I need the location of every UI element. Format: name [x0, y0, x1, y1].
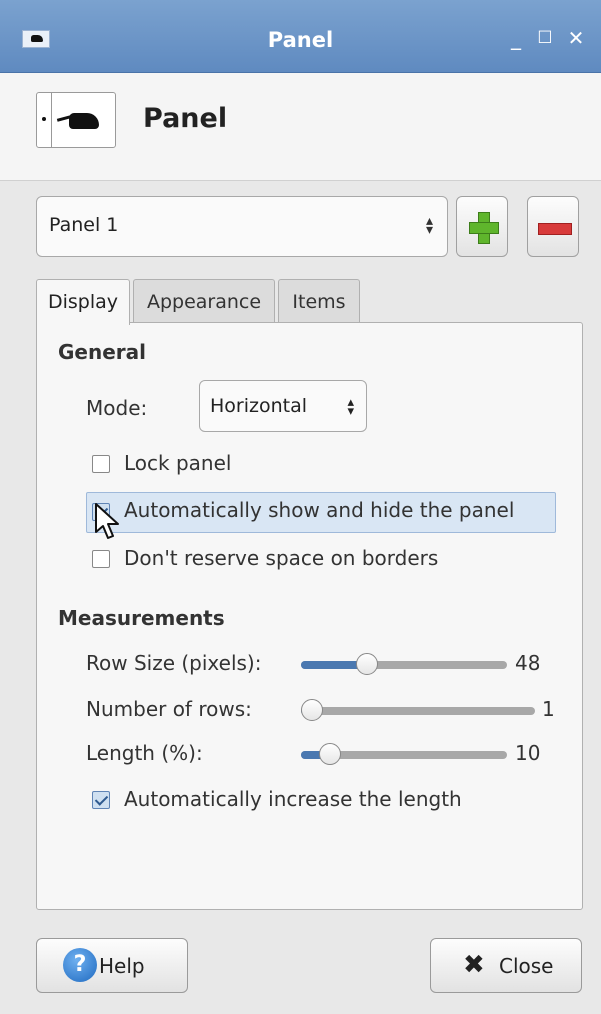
panel-select[interactable]: Panel 1 ▴ ▾ — [36, 196, 448, 257]
close-x-icon: ✖ — [463, 950, 485, 980]
dont-reserve-space-label: Don't reserve space on borders — [124, 546, 439, 570]
header-title: Panel — [143, 103, 228, 134]
minus-icon — [538, 223, 572, 235]
rows-slider[interactable] — [301, 699, 535, 721]
minimize-icon[interactable]: _ — [502, 24, 530, 52]
length-label: Length (%): — [86, 741, 203, 765]
row-size-value: 48 — [515, 651, 541, 675]
mode-select[interactable]: Horizontal ▴ ▾ — [199, 380, 367, 432]
row-size-label: Row Size (pixels): — [86, 651, 262, 675]
length-slider-handle[interactable] — [319, 743, 341, 765]
mode-select-value: Horizontal — [210, 395, 308, 417]
row-size-slider-handle[interactable] — [356, 653, 378, 675]
close-button[interactable]: ✖ Close — [430, 938, 582, 993]
lock-panel-label: Lock panel — [124, 451, 232, 475]
panel-mouse-icon — [36, 92, 116, 148]
title-bar[interactable]: Panel _ ☐ ✕ — [0, 0, 601, 73]
help-icon: ? — [63, 948, 97, 982]
tab-display[interactable]: Display — [36, 279, 130, 325]
auto-increase-length-label: Automatically increase the length — [124, 787, 462, 811]
plus-icon — [469, 212, 499, 244]
rows-slider-handle[interactable] — [301, 699, 323, 721]
help-button[interactable]: ? Help — [36, 938, 188, 993]
dont-reserve-space-checkbox[interactable] — [92, 550, 110, 568]
tab-items[interactable]: Items — [278, 279, 360, 323]
updown-arrows-icon: ▴ ▾ — [347, 395, 354, 419]
close-window-icon[interactable]: ✕ — [562, 24, 590, 52]
panel-preferences-window: Panel _ ☐ ✕ Panel Panel 1 ▴ ▾ Display App… — [0, 0, 601, 1014]
maximize-icon[interactable]: ☐ — [531, 24, 559, 52]
rows-label: Number of rows: — [86, 697, 252, 721]
row-size-slider[interactable] — [301, 653, 507, 675]
mode-label: Mode: — [86, 396, 148, 420]
updown-arrows-icon: ▴ ▾ — [425, 213, 433, 238]
measurements-heading: Measurements — [58, 606, 225, 630]
auto-increase-length-checkbox[interactable] — [92, 791, 110, 809]
remove-panel-button[interactable] — [527, 196, 579, 257]
tab-appearance[interactable]: Appearance — [133, 279, 275, 323]
general-heading: General — [58, 340, 146, 364]
length-value: 10 — [515, 741, 541, 765]
mouse-pointer-icon — [95, 503, 119, 539]
length-slider[interactable] — [301, 743, 507, 765]
lock-panel-checkbox[interactable] — [92, 455, 110, 473]
dialog-header: Panel — [0, 73, 601, 181]
add-panel-button[interactable] — [456, 196, 508, 257]
autohide-label: Automatically show and hide the panel — [124, 498, 515, 522]
rows-value: 1 — [542, 697, 555, 721]
close-button-label: Close — [499, 954, 554, 978]
help-button-label: Help — [99, 954, 145, 978]
panel-select-value: Panel 1 — [49, 214, 119, 236]
